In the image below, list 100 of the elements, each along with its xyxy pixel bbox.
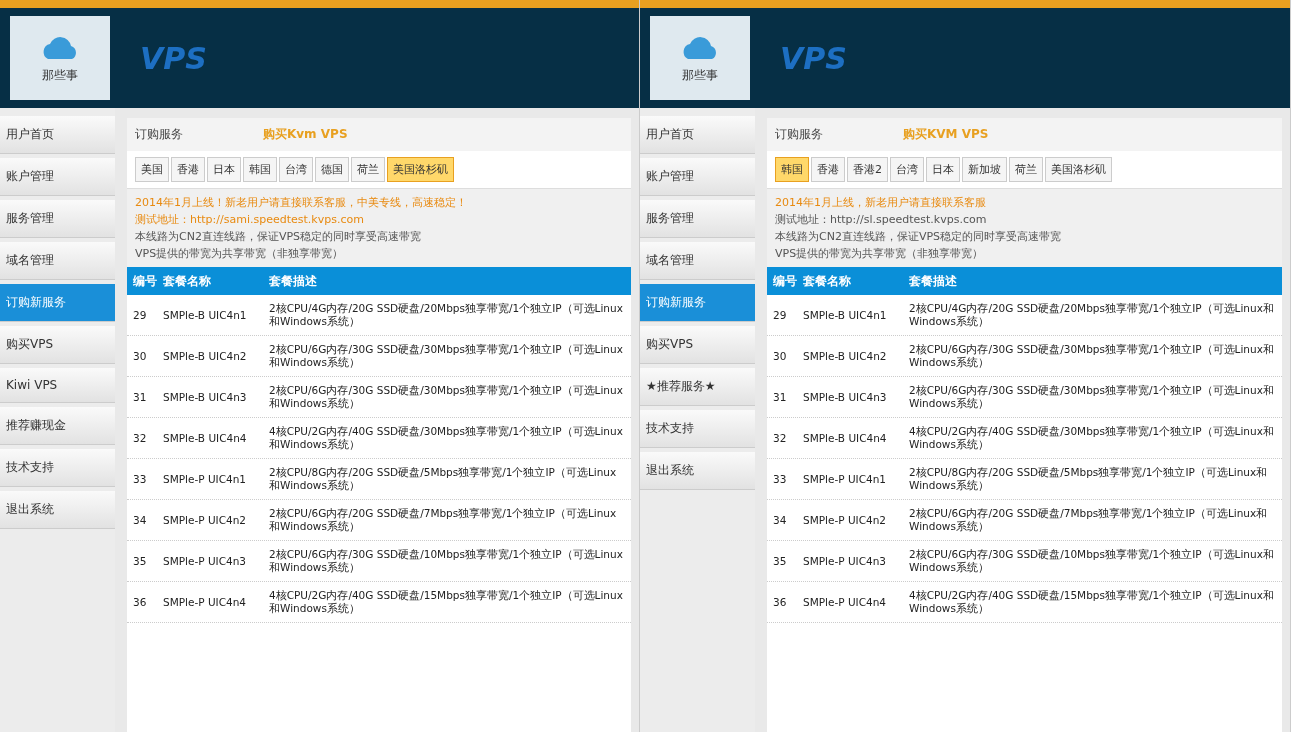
table-cell-text: 34: [773, 514, 788, 526]
region-tab[interactable]: 美国洛杉矶: [387, 157, 454, 182]
table-cell-text: 2核CPU/8G内存/20G SSD硬盘/5Mbps独享带宽/1个独立IP（可选Linux和Windows系统）: [909, 465, 1269, 493]
table-cell-text: 36: [133, 596, 148, 608]
region-tab[interactable]: 荷兰: [351, 157, 385, 182]
table-cell-text: 32: [133, 432, 148, 444]
table-cell-text: 29: [133, 309, 148, 321]
table-cell-text: 30: [133, 350, 148, 362]
notice-text: 测试地址：http://sl.speedtest.kvps.com: [775, 212, 988, 227]
sidebar-item[interactable]: 域名管理: [640, 242, 755, 280]
region-tab[interactable]: 香港2: [847, 157, 888, 182]
table-cell-text: 4核CPU/2G内存/40G SSD硬盘/30Mbps独享带宽/1个独立IP（可选Linux和Windows系统）: [909, 424, 1275, 452]
sidebar-item[interactable]: 购买VPS: [640, 326, 755, 364]
logo-caption: 那些事: [42, 66, 78, 84]
sidebar-item[interactable]: 用户首页: [0, 116, 115, 154]
sidebar-item[interactable]: 服务管理: [0, 200, 115, 238]
table-cell-text: SMPle-B UIC4n2: [803, 350, 888, 362]
table-cell-text: 2核CPU/4G内存/20G SSD硬盘/20Mbps独享带宽/1个独立IP（可选Linux和Windows系统）: [909, 301, 1275, 329]
table-cell-text: 4核CPU/2G内存/40G SSD硬盘/15Mbps独享带宽/1个独立IP（可选Linux和Windows系统）: [269, 588, 624, 616]
table-cell-text: 31: [133, 391, 148, 403]
sidebar-item[interactable]: 订购新服务: [0, 284, 115, 322]
sidebar-item[interactable]: 退出系统: [0, 491, 115, 529]
sidebar-item[interactable]: 退出系统: [640, 452, 755, 490]
table-cell-text: 2核CPU/4G内存/20G SSD硬盘/20Mbps独享带宽/1个独立IP（可选Linux和Windows系统）: [269, 301, 624, 329]
region-tab[interactable]: 日本: [207, 157, 241, 182]
table-cell-text: SMPle-P UIC4n2: [163, 514, 248, 526]
table-cell-text: 2核CPU/6G内存/20G SSD硬盘/7Mbps独享带宽/1个独立IP（可选Linux和Windows系统）: [909, 506, 1269, 534]
table-cell-text: 35: [133, 555, 148, 567]
table-cell-text: SMPle-B UIC4n1: [163, 309, 248, 321]
sidebar-item[interactable]: 订购新服务: [640, 284, 755, 322]
column-header: 套餐描述: [269, 273, 318, 289]
table-cell-text: SMPle-B UIC4n1: [803, 309, 888, 321]
column-header: 编号: [773, 272, 797, 290]
table-cell-text: 34: [133, 514, 148, 526]
table-cell-text: SMPle-B UIC4n2: [163, 350, 248, 362]
table-cell-text: 2核CPU/6G内存/30G SSD硬盘/30Mbps独享带宽/1个独立IP（可选Linux和Windows系统）: [909, 383, 1275, 411]
table-cell-text: 4核CPU/2G内存/40G SSD硬盘/30Mbps独享带宽/1个独立IP（可选Linux和Windows系统）: [269, 424, 624, 452]
column-header: 套餐名称: [163, 272, 212, 290]
table-cell-text: 32: [773, 432, 788, 444]
region-tab[interactable]: 荷兰: [1009, 157, 1043, 182]
table-cell-text: SMPle-P UIC4n1: [803, 473, 888, 485]
sidebar-item[interactable]: 账户管理: [0, 158, 115, 196]
breadcrumb: 订购服务: [775, 126, 823, 143]
sidebar-item[interactable]: 推荐赚现金: [0, 407, 115, 445]
table-cell-text: 33: [133, 473, 148, 485]
table-cell-text: 30: [773, 350, 788, 362]
region-tab[interactable]: 新加坡: [962, 157, 1007, 182]
table-cell-text: SMPle-P UIC4n1: [163, 473, 248, 485]
sidebar-item[interactable]: 技术支持: [640, 410, 755, 448]
panel-title: 购买KVM VPS: [903, 126, 989, 143]
sidebar-item[interactable]: 技术支持: [0, 449, 115, 487]
logo-text: VPS: [780, 40, 847, 76]
region-tab[interactable]: 德国: [315, 157, 349, 182]
table-cell-text: 2核CPU/6G内存/30G SSD硬盘/30Mbps独享带宽/1个独立IP（可选Linux和Windows系统）: [269, 383, 624, 411]
notice-text: 2014年1月上线！新老用户请直接联系客服，中美专线，高速稳定！: [135, 195, 468, 210]
table-cell-text: 2核CPU/6G内存/30G SSD硬盘/10Mbps独享带宽/1个独立IP（可选Linux和Windows系统）: [269, 547, 624, 575]
sidebar-item[interactable]: ★推荐服务★: [640, 368, 755, 406]
notice-text: VPS提供的带宽为共享带宽（非独享带宽）: [775, 246, 985, 261]
region-tab[interactable]: 日本: [926, 157, 960, 182]
notice-text: 本线路为CN2直连线路，保证VPS稳定的同时享受高速带宽: [775, 229, 1063, 244]
sidebar-item[interactable]: 服务管理: [640, 200, 755, 238]
table-cell-text: 36: [773, 596, 788, 608]
notice-text: 2014年1月上线，新老用户请直接联系客服: [775, 195, 987, 210]
table-cell-text: 2核CPU/8G内存/20G SSD硬盘/5Mbps独享带宽/1个独立IP（可选Linux和Windows系统）: [269, 465, 618, 493]
notice-text: 测试地址：http://sami.speedtest.kvps.com: [135, 212, 365, 227]
sidebar-item[interactable]: 用户首页: [640, 116, 755, 154]
region-tab[interactable]: 香港: [811, 157, 845, 182]
table-cell-text: SMPle-P UIC4n3: [163, 555, 248, 567]
table-cell-text: 2核CPU/6G内存/20G SSD硬盘/7Mbps独享带宽/1个独立IP（可选Linux和Windows系统）: [269, 506, 618, 534]
sidebar-item[interactable]: 购买VPS: [0, 326, 115, 364]
table-cell-text: 35: [773, 555, 788, 567]
region-tab[interactable]: 香港: [171, 157, 205, 182]
table-cell-text: 4核CPU/2G内存/40G SSD硬盘/15Mbps独享带宽/1个独立IP（可选Linux和Windows系统）: [909, 588, 1275, 616]
breadcrumb: 订购服务: [135, 126, 183, 143]
region-tab[interactable]: 台湾: [279, 157, 313, 182]
sidebar-item[interactable]: Kiwi VPS: [0, 368, 115, 403]
table-cell-text: SMPle-P UIC4n4: [163, 596, 248, 608]
logo-text: VPS: [140, 40, 207, 76]
table-cell-text: 2核CPU/6G内存/30G SSD硬盘/30Mbps独享带宽/1个独立IP（可选Linux和Windows系统）: [269, 342, 624, 370]
table-cell-text: SMPle-P UIC4n3: [803, 555, 888, 567]
column-header: 编号: [133, 272, 157, 290]
region-tab[interactable]: 台湾: [890, 157, 924, 182]
table-cell-text: 2核CPU/6G内存/30G SSD硬盘/10Mbps独享带宽/1个独立IP（可选Linux和Windows系统）: [909, 547, 1275, 575]
table-cell-text: 2核CPU/6G内存/30G SSD硬盘/30Mbps独享带宽/1个独立IP（可选Linux和Windows系统）: [909, 342, 1275, 370]
table-cell-text: 33: [773, 473, 788, 485]
table-cell-text: SMPle-B UIC4n3: [803, 391, 888, 403]
table-cell-text: SMPle-B UIC4n4: [803, 432, 888, 444]
notice-text: 本线路为CN2直连线路，保证VPS稳定的同时享受高速带宽: [135, 229, 423, 244]
column-header: 套餐描述: [909, 273, 958, 289]
logo-caption: 那些事: [682, 66, 718, 84]
table-cell-text: 31: [773, 391, 788, 403]
table-cell-text: SMPle-P UIC4n4: [803, 596, 888, 608]
region-tab[interactable]: 美国: [135, 157, 169, 182]
table-cell-text: SMPle-B UIC4n4: [163, 432, 248, 444]
sidebar-item[interactable]: 域名管理: [0, 242, 115, 280]
region-tab[interactable]: 韩国: [243, 157, 277, 182]
sidebar-item[interactable]: 账户管理: [640, 158, 755, 196]
region-tab[interactable]: 美国洛杉矶: [1045, 157, 1112, 182]
panel-title: 购买Kvm VPS: [263, 126, 348, 143]
region-tab[interactable]: 韩国: [775, 157, 809, 182]
